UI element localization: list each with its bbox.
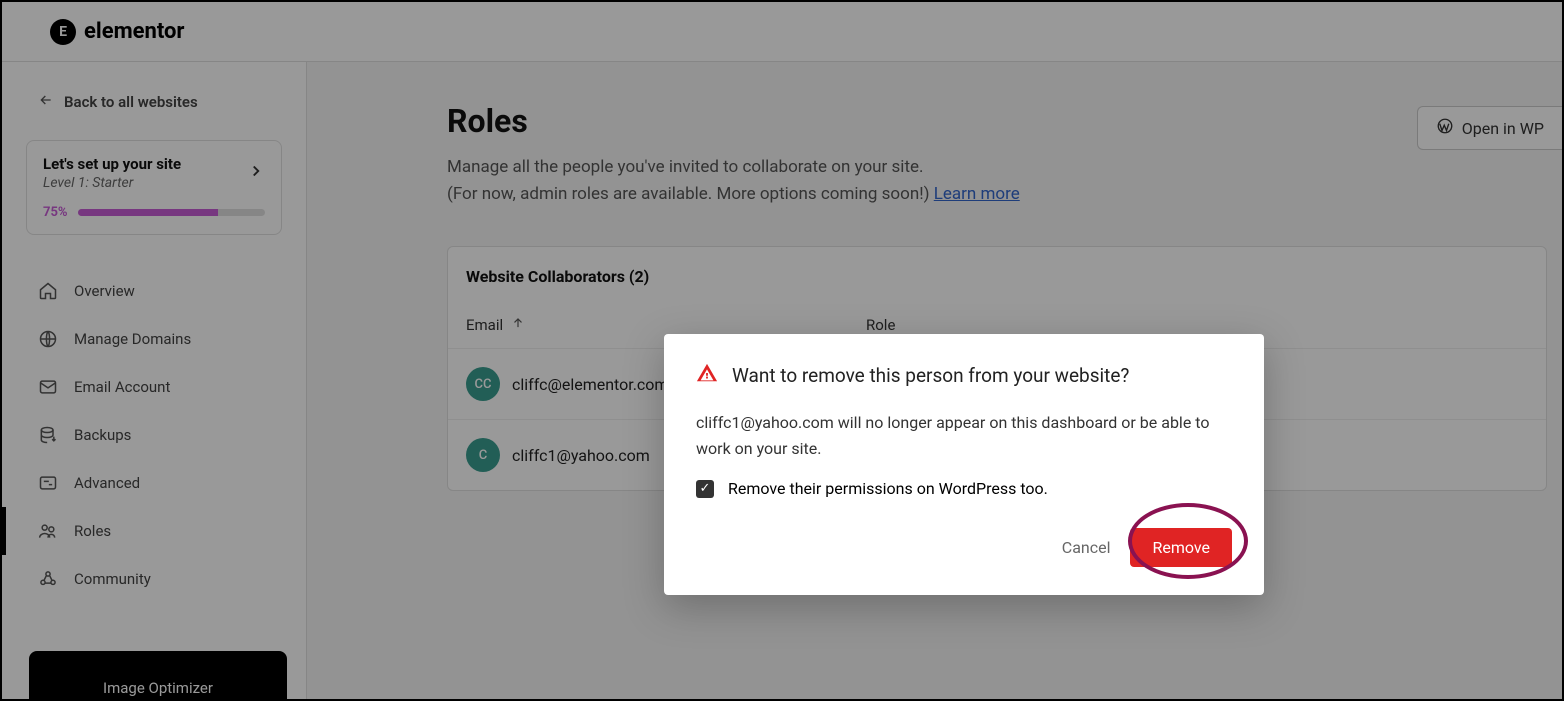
remove-wp-permissions-checkbox[interactable]: ✓ [696,480,714,498]
modal-body: cliffc1@yahoo.com will no longer appear … [696,410,1232,461]
checkbox-label: Remove their permissions on WordPress to… [728,479,1048,498]
cancel-button[interactable]: Cancel [1062,538,1111,557]
warning-icon [696,362,718,388]
remove-button[interactable]: Remove [1130,528,1232,567]
remove-user-modal: Want to remove this person from your web… [664,334,1264,595]
modal-title: Want to remove this person from your web… [732,364,1129,387]
